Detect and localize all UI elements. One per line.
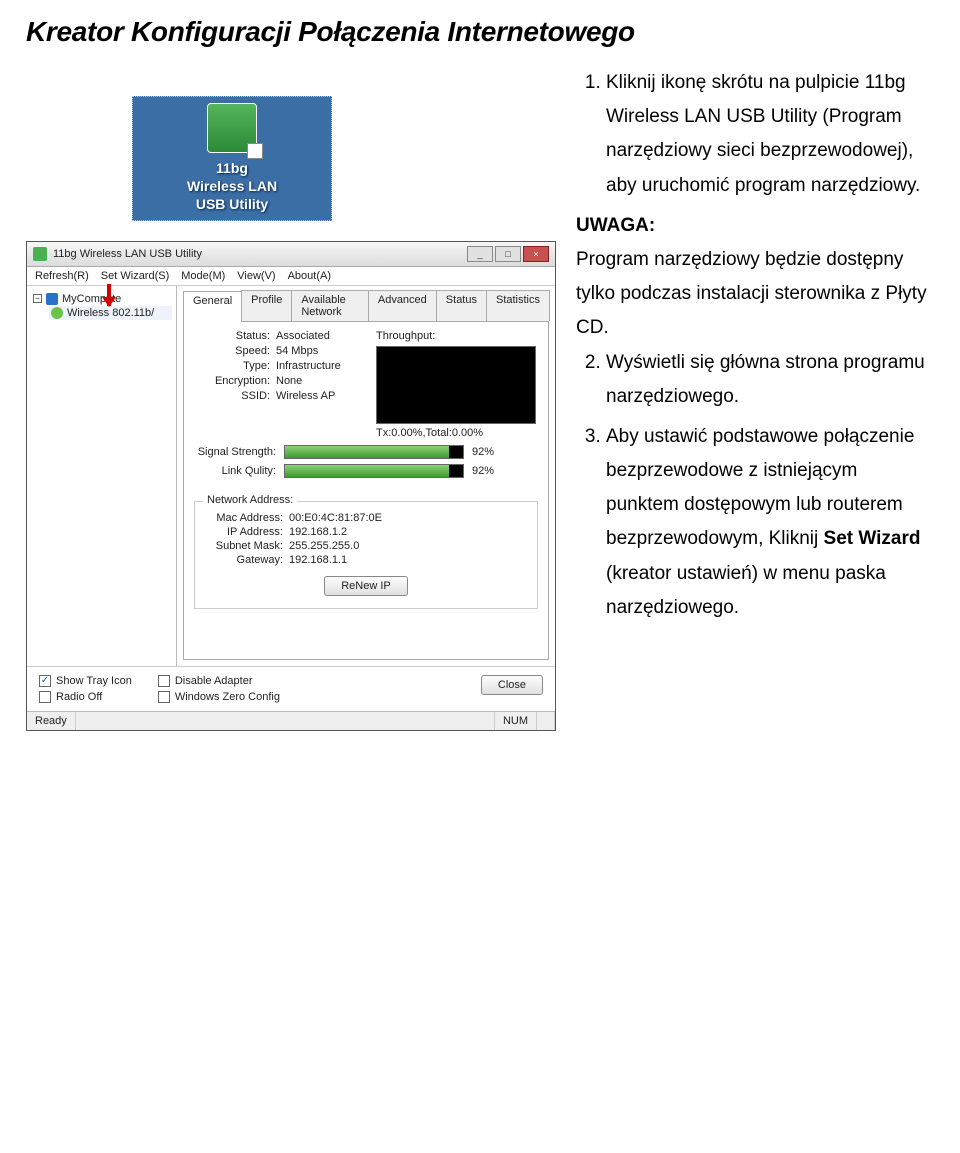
mac-key: Mac Address: (205, 512, 289, 524)
window-title: 11bg Wireless LAN USB Utility (53, 248, 202, 260)
type-value: Infrastructure (276, 360, 341, 372)
menu-view[interactable]: View(V) (237, 270, 275, 282)
shortcut-caption-line2: Wireless LAN (137, 177, 327, 195)
windows-zero-config-label: Windows Zero Config (175, 691, 280, 703)
speed-value: 54 Mbps (276, 345, 318, 357)
radio-off-checkbox[interactable]: Radio Off (39, 691, 132, 703)
checkbox-icon (158, 675, 170, 687)
subnet-key: Subnet Mask: (205, 540, 289, 552)
throughput-graph (376, 346, 536, 424)
mac-value: 00:E0:4C:81:87:0E (289, 512, 382, 524)
disable-adapter-label: Disable Adapter (175, 675, 253, 687)
statusbar: Ready NUM (27, 711, 555, 730)
tab-status[interactable]: Status (436, 290, 487, 321)
signal-strength-pct: 92% (472, 446, 504, 458)
ssid-key: SSID: (194, 390, 276, 402)
link-quality-key: Link Qulity: (194, 465, 276, 477)
network-address-title: Network Address: (203, 494, 297, 506)
adapter-tree: − MyCompute Wireless 802.11b/ (27, 286, 177, 666)
step-2: Wyświetli się główna strona programu nar… (606, 346, 934, 414)
menu-refresh[interactable]: Refresh(R) (35, 270, 89, 282)
status-value: Associated (276, 330, 330, 342)
link-quality-bar (284, 464, 464, 478)
resize-grip-icon[interactable] (537, 712, 555, 730)
app-icon (33, 247, 47, 261)
tab-statistics[interactable]: Statistics (486, 290, 550, 321)
page-title: Kreator Konfiguracji Połączenia Internet… (26, 16, 934, 48)
menu-about[interactable]: About(A) (288, 270, 331, 282)
note-text: Program narzędziowy będzie dostępny tylk… (576, 243, 934, 346)
general-panel: Status:Associated Speed:54 Mbps Type:Inf… (183, 322, 549, 660)
windows-zero-config-checkbox[interactable]: Windows Zero Config (158, 691, 280, 703)
shortcut-icon (207, 103, 257, 153)
menu-mode[interactable]: Mode(M) (181, 270, 225, 282)
ssid-value: Wireless AP (276, 390, 335, 402)
subnet-value: 255.255.255.0 (289, 540, 359, 552)
tree-collapse-icon[interactable]: − (33, 294, 42, 303)
checkbox-icon (39, 691, 51, 703)
show-tray-icon-checkbox[interactable]: Show Tray Icon (39, 675, 132, 687)
status-spacer (76, 712, 495, 730)
note-label: UWAGA: (576, 215, 655, 236)
encryption-key: Encryption: (194, 375, 276, 387)
step-3-bold: Set Wizard (824, 528, 921, 549)
network-address-group: Network Address: Mac Address:00:E0:4C:81… (194, 501, 538, 609)
type-key: Type: (194, 360, 276, 372)
close-window-button[interactable]: × (523, 246, 549, 262)
menubar: Refresh(R) Set Wizard(S) Mode(M) View(V)… (27, 267, 555, 286)
utility-window: 11bg Wireless LAN USB Utility _ □ × Refr… (26, 241, 556, 731)
ip-key: IP Address: (205, 526, 289, 538)
ip-value: 192.168.1.2 (289, 526, 347, 538)
status-ready: Ready (27, 712, 76, 730)
footer-options: Show Tray Icon Radio Off Disable Adapter (27, 666, 555, 711)
checkbox-icon (39, 675, 51, 687)
step-3: Aby ustawić podstawowe połączenie bezprz… (606, 420, 934, 625)
throughput-caption: Tx:0.00%,Total:0.00% (376, 427, 538, 439)
status-key: Status: (194, 330, 276, 342)
encryption-value: None (276, 375, 302, 387)
gateway-key: Gateway: (205, 554, 289, 566)
maximize-button[interactable]: □ (495, 246, 521, 262)
renew-ip-button[interactable]: ReNew IP (324, 576, 408, 596)
figures-column: 11bg Wireless LAN USB Utility 11bg Wirel… (26, 66, 556, 731)
step-1: Kliknij ikonę skrótu na pulpicie 11bg Wi… (606, 66, 934, 203)
close-button[interactable]: Close (481, 675, 543, 695)
minimize-button[interactable]: _ (467, 246, 493, 262)
desktop-shortcut[interactable]: 11bg Wireless LAN USB Utility (132, 96, 332, 221)
window-titlebar: 11bg Wireless LAN USB Utility _ □ × (27, 242, 555, 267)
throughput-label: Throughput: (376, 330, 538, 342)
signal-strength-key: Signal Strength: (194, 446, 276, 458)
tab-general[interactable]: General (183, 291, 242, 322)
callout-arrow-icon (107, 284, 111, 306)
signal-strength-bar (284, 445, 464, 459)
instructions-column: Kliknij ikonę skrótu na pulpicie 11bg Wi… (576, 66, 934, 631)
shortcut-caption-line3: USB Utility (137, 195, 327, 213)
wifi-adapter-icon (51, 307, 63, 319)
tree-adapter-label: Wireless 802.11b/ (67, 307, 154, 319)
radio-off-label: Radio Off (56, 691, 102, 703)
tab-advanced[interactable]: Advanced (368, 290, 437, 321)
tab-available-network[interactable]: Available Network (291, 290, 369, 321)
shortcut-caption-line1: 11bg (137, 159, 327, 177)
show-tray-icon-label: Show Tray Icon (56, 675, 132, 687)
tab-profile[interactable]: Profile (241, 290, 292, 321)
status-num: NUM (495, 712, 537, 730)
gateway-value: 192.168.1.1 (289, 554, 347, 566)
menu-set-wizard[interactable]: Set Wizard(S) (101, 270, 169, 282)
checkbox-icon (158, 691, 170, 703)
disable-adapter-checkbox[interactable]: Disable Adapter (158, 675, 280, 687)
computer-icon (46, 293, 58, 305)
tree-adapter[interactable]: Wireless 802.11b/ (49, 306, 172, 320)
link-quality-pct: 92% (472, 465, 504, 477)
speed-key: Speed: (194, 345, 276, 357)
tabs: General Profile Available Network Advanc… (183, 290, 549, 322)
